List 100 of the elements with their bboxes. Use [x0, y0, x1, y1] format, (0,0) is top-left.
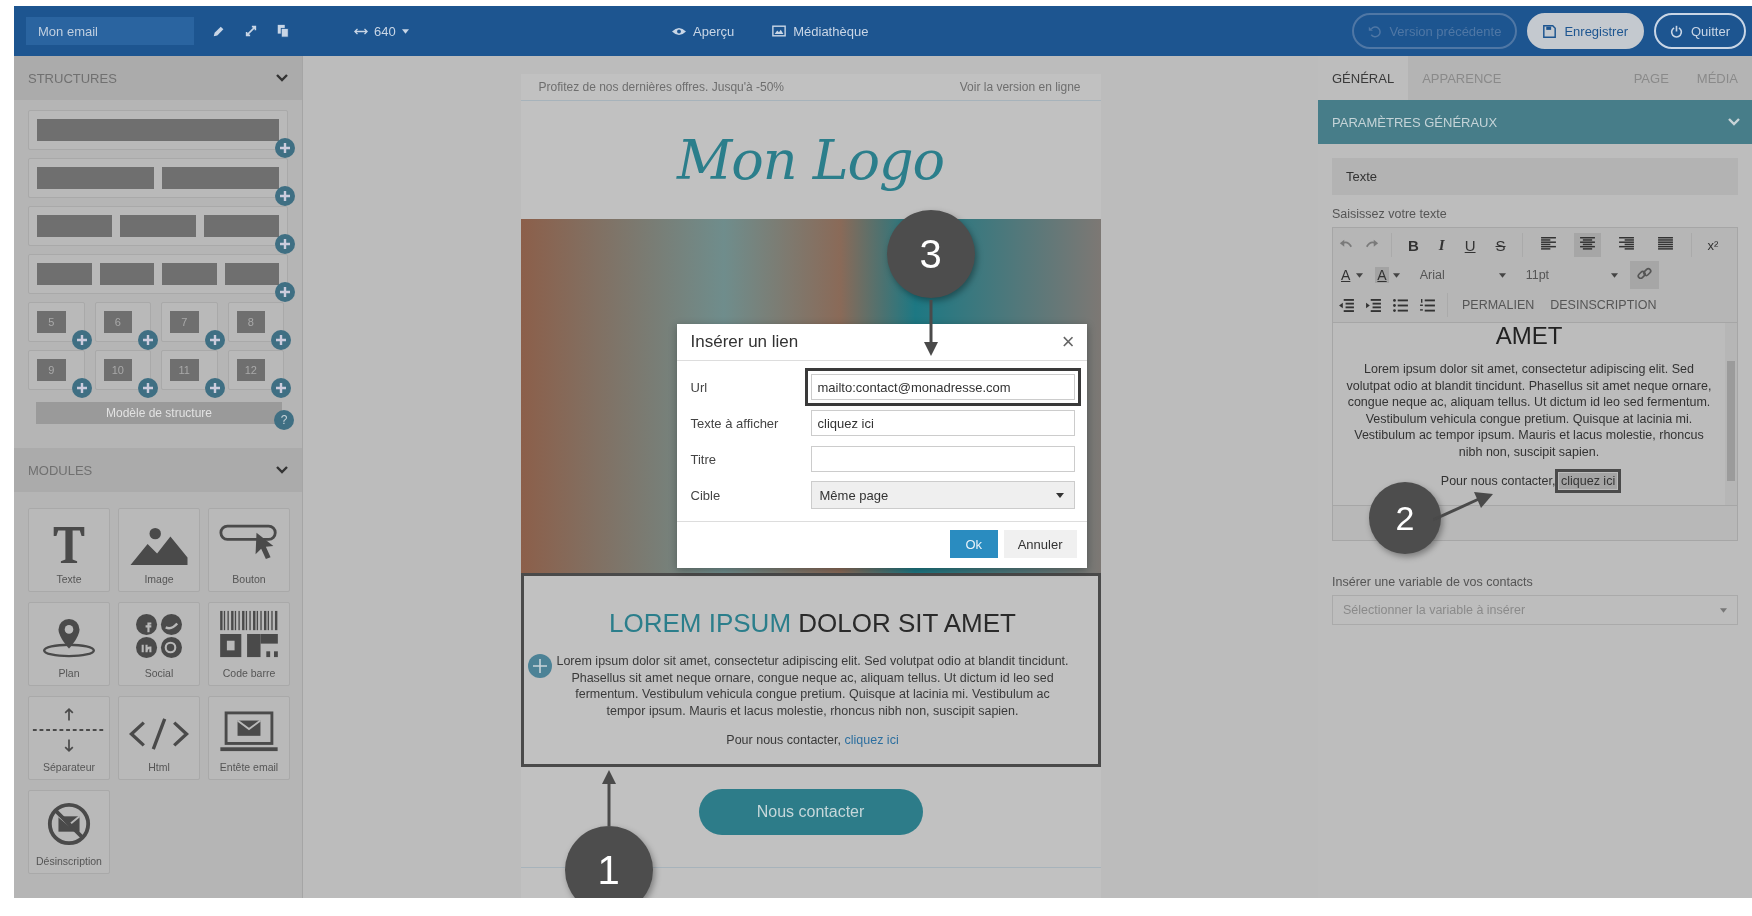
plus-icon[interactable]: [275, 234, 295, 254]
editor-contact-text: Pour nous contacter,: [1440, 474, 1556, 488]
column-count-label: 12: [236, 359, 265, 381]
module-label: Entête email: [219, 761, 279, 773]
structure-tile[interactable]: [28, 158, 288, 198]
plus-icon[interactable]: [204, 330, 225, 350]
quit-button[interactable]: Quitter: [1654, 13, 1746, 49]
target-select[interactable]: Même page: [810, 481, 1075, 509]
module-tile[interactable]: Html: [118, 696, 200, 780]
outdent-icon[interactable]: [1339, 298, 1354, 312]
module-tile[interactable]: Bouton: [208, 508, 290, 592]
contact-line: Pour nous contacter, cliquez ici: [725, 733, 900, 747]
text-field[interactable]: cliquez ici: [810, 410, 1075, 436]
diagonal-arrows-icon[interactable]: [244, 24, 258, 38]
font-size-dropdown[interactable]: 11pt: [1525, 268, 1618, 282]
preview-link[interactable]: Aperçu: [666, 22, 741, 40]
copy-icon[interactable]: [276, 24, 290, 38]
eye-icon: [672, 26, 686, 36]
plus-icon[interactable]: [71, 330, 92, 350]
scrollbar[interactable]: [1725, 323, 1737, 505]
plus-icon[interactable]: [271, 378, 291, 398]
settings-tab[interactable]: GÉNÉRAL: [1318, 56, 1409, 100]
email-name-field[interactable]: Mon email: [26, 17, 194, 45]
underline-button[interactable]: U: [1460, 236, 1480, 254]
plus-icon[interactable]: [271, 330, 291, 350]
toolbar-text-button[interactable]: DESINSCRIPTION: [1548, 298, 1659, 312]
text-field[interactable]: [810, 446, 1075, 472]
modules-title: MODULES: [28, 462, 93, 478]
structure-tile[interactable]: 5: [28, 302, 85, 342]
help-badge[interactable]: ?: [274, 410, 294, 430]
section-header[interactable]: PARAMÈTRES GÉNÉRAUX: [1318, 100, 1752, 144]
module-label: Html: [148, 761, 170, 773]
text-field[interactable]: mailto:contact@monadresse.com: [810, 374, 1075, 400]
plus-icon[interactable]: [138, 378, 158, 398]
module-tile[interactable]: Désinscription: [28, 790, 110, 874]
online-version-link[interactable]: Voir la version en ligne: [959, 80, 1081, 94]
align-center-button[interactable]: [1573, 233, 1601, 257]
module-label: Séparateur: [43, 761, 95, 773]
width-dropdown[interactable]: 640: [348, 22, 415, 40]
structure-tile[interactable]: [28, 110, 288, 150]
plus-icon[interactable]: [275, 186, 295, 206]
caret-icon: [401, 28, 409, 34]
field-label: Cible: [690, 487, 722, 503]
module-tile[interactable]: Code barre: [208, 602, 290, 686]
module-label: Désinscription: [36, 855, 102, 867]
column-placeholder: [37, 263, 92, 285]
module-tile[interactable]: Plan: [28, 602, 110, 686]
caret-icon[interactable]: [1356, 272, 1364, 278]
background-color-button[interactable]: A: [1375, 267, 1389, 283]
toolbar-text-button[interactable]: PERMALIEN: [1460, 298, 1537, 312]
font-dropdown[interactable]: Arial: [1419, 268, 1506, 282]
structures-header[interactable]: STRUCTURES: [14, 56, 302, 100]
strike-button[interactable]: S: [1491, 236, 1510, 254]
module-tile[interactable]: Entête email: [208, 696, 290, 780]
module-tile[interactable]: Social: [118, 602, 200, 686]
variable-label: Insérer une variable de vos contacts: [1332, 575, 1534, 589]
save-button[interactable]: Enregistrer: [1527, 13, 1644, 49]
field-label: Texte à afficher: [690, 415, 780, 431]
text-block[interactable]: [520, 573, 1101, 767]
plus-icon[interactable]: [138, 330, 158, 350]
module-tile[interactable]: Séparateur: [28, 696, 110, 780]
plus-icon[interactable]: [275, 138, 295, 158]
move-handle-icon[interactable]: [527, 654, 552, 678]
plus-icon[interactable]: [204, 378, 225, 398]
structure-tile[interactable]: [28, 206, 288, 246]
numbered-list-icon[interactable]: [1420, 298, 1435, 312]
plus-icon[interactable]: [71, 378, 92, 398]
module-tile[interactable]: Texte: [28, 508, 110, 592]
module-label: Bouton: [232, 573, 266, 585]
text-color-button[interactable]: A: [1339, 267, 1353, 283]
module-label: Texte: [56, 573, 82, 585]
structure-template-button[interactable]: Modèle de structure: [36, 402, 282, 424]
section-title: PARAMÈTRES GÉNÉRAUX: [1332, 114, 1498, 130]
column-placeholder: [162, 263, 217, 285]
contact-link[interactable]: cliquez ici: [844, 733, 899, 747]
structure-tile[interactable]: [28, 254, 288, 294]
cancel-button[interactable]: Annuler: [1003, 530, 1077, 558]
modules-header[interactable]: MODULES: [14, 448, 302, 492]
bullet-list-icon[interactable]: [1393, 298, 1408, 312]
structure-tile[interactable]: 12: [227, 350, 284, 390]
media-library-link[interactable]: Médiathèque: [766, 22, 875, 40]
indent-icon[interactable]: [1366, 298, 1381, 312]
laptop-envelope-icon: [218, 711, 280, 753]
step-marker: 1: [564, 826, 653, 898]
superscript-button[interactable]: x²: [1703, 237, 1723, 253]
column-count-label: 5: [37, 311, 66, 333]
pencil-icon[interactable]: [212, 24, 226, 38]
align-left-icon: [1540, 237, 1556, 250]
close-button[interactable]: ×: [1061, 331, 1075, 353]
structure-tile[interactable]: 11: [161, 350, 218, 390]
bold-button[interactable]: B: [1404, 236, 1423, 254]
italic-button[interactable]: I: [1434, 236, 1449, 254]
link-button[interactable]: [1629, 261, 1659, 289]
structures-title: STRUCTURES: [28, 70, 117, 86]
caret-icon[interactable]: [1392, 272, 1400, 278]
module-tile[interactable]: Image: [118, 508, 200, 592]
ok-button[interactable]: Ok: [949, 530, 998, 558]
plus-icon[interactable]: [275, 282, 295, 302]
contact-button[interactable]: Nous contacter: [698, 789, 923, 835]
image-icon: [130, 527, 188, 565]
